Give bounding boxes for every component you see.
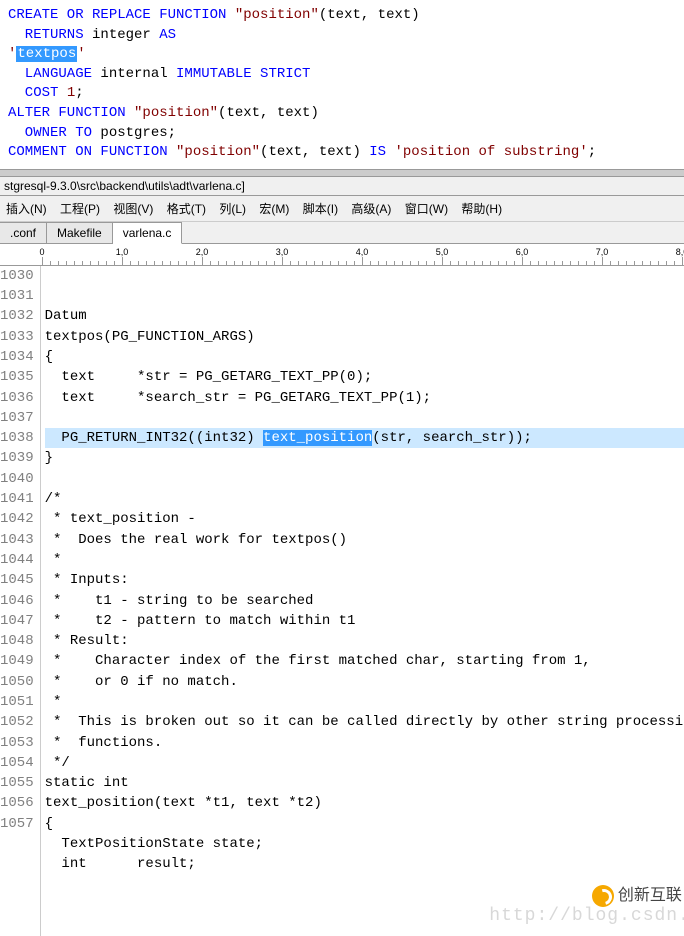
code-content[interactable]: Datumtextpos(PG_FUNCTION_ARGS){ text *st…: [41, 266, 684, 936]
line-number: 1035: [0, 367, 34, 387]
code-line: }: [45, 448, 684, 468]
line-number: 1055: [0, 773, 34, 793]
menu-help[interactable]: 帮助(H): [461, 202, 502, 216]
line-number: 1045: [0, 570, 34, 590]
line-number: 1054: [0, 753, 34, 773]
code-line: TextPositionState state;: [45, 834, 684, 854]
line-number: 1048: [0, 631, 34, 651]
menu-bar: 插入(N) 工程(P) 视图(V) 格式(T) 列(L) 宏(M) 脚本(I) …: [0, 196, 684, 222]
menu-view[interactable]: 视图(V): [113, 202, 153, 216]
line-number: 1037: [0, 408, 34, 428]
menu-insert[interactable]: 插入(N): [6, 202, 47, 216]
code-line: *: [45, 692, 684, 712]
line-number: 1049: [0, 651, 34, 671]
code-line: * Inputs:: [45, 570, 684, 590]
sql-line: OWNER TO postgres;: [8, 124, 676, 144]
code-line: PG_RETURN_INT32((int32) text_position(st…: [45, 428, 684, 448]
code-line: * Result:: [45, 631, 684, 651]
menu-project[interactable]: 工程(P): [60, 202, 100, 216]
ruler-label: 3,0: [276, 247, 289, 257]
ruler-label: 1,0: [116, 247, 129, 257]
sql-line: 'textpos': [8, 45, 676, 65]
code-line: [45, 408, 684, 428]
menu-format[interactable]: 格式(T): [167, 202, 206, 216]
code-line: text *search_str = PG_GETARG_TEXT_PP(1);: [45, 388, 684, 408]
line-number: 1057: [0, 814, 34, 834]
logo-icon: [592, 885, 614, 907]
code-line: text *str = PG_GETARG_TEXT_PP(0);: [45, 367, 684, 387]
sql-line: COST 1;: [8, 84, 676, 104]
line-number: 1051: [0, 692, 34, 712]
line-number: 1050: [0, 672, 34, 692]
code-line: * functions.: [45, 733, 684, 753]
ruler-label: 4,0: [356, 247, 369, 257]
code-line: /*: [45, 489, 684, 509]
line-number: 1034: [0, 347, 34, 367]
line-number: 1030: [0, 266, 34, 286]
line-number: 1046: [0, 591, 34, 611]
code-line: *: [45, 550, 684, 570]
line-number-gutter: 1030103110321033103410351036103710381039…: [0, 266, 41, 936]
code-line: int result;: [45, 854, 684, 874]
line-number: 1040: [0, 469, 34, 489]
line-number: 1042: [0, 509, 34, 529]
line-number: 1039: [0, 448, 34, 468]
menu-advanced[interactable]: 高级(A): [351, 202, 391, 216]
ruler-label: 8,0: [676, 247, 684, 257]
code-line: text_position(text *t1, text *t2): [45, 793, 684, 813]
tab-makefile[interactable]: Makefile: [47, 222, 113, 243]
code-line: */: [45, 753, 684, 773]
code-line: * text_position -: [45, 509, 684, 529]
ruler-label: 7,0: [596, 247, 609, 257]
code-line: Datum: [45, 306, 684, 326]
sql-line: RETURNS integer AS: [8, 26, 676, 46]
sql-line: ALTER FUNCTION "position"(text, text): [8, 104, 676, 124]
sql-line: COMMENT ON FUNCTION "position"(text, tex…: [8, 143, 676, 163]
menu-window[interactable]: 窗口(W): [405, 202, 448, 216]
tab-conf[interactable]: .conf: [0, 222, 47, 243]
menu-column[interactable]: 列(L): [219, 202, 246, 216]
line-number: 1041: [0, 489, 34, 509]
sql-line: LANGUAGE internal IMMUTABLE STRICT: [8, 65, 676, 85]
code-line: [45, 469, 684, 489]
code-line: * Does the real work for textpos(): [45, 530, 684, 550]
code-line: * Character index of the first matched c…: [45, 651, 684, 671]
sql-editor-pane[interactable]: CREATE OR REPLACE FUNCTION "position"(te…: [0, 0, 684, 170]
tab-varlena-c[interactable]: varlena.c: [113, 222, 183, 244]
code-line: static int: [45, 773, 684, 793]
ruler-label: 2,0: [196, 247, 209, 257]
menu-macro[interactable]: 宏(M): [259, 202, 289, 216]
code-line: * This is broken out so it can be called…: [45, 712, 684, 732]
line-number: 1043: [0, 530, 34, 550]
ruler-label: 6,0: [516, 247, 529, 257]
line-number: 1056: [0, 793, 34, 813]
selected-text: textpos: [16, 46, 77, 62]
logo-watermark: 创新互联: [592, 884, 682, 907]
code-line: {: [45, 347, 684, 367]
code-line: * t1 - string to be searched: [45, 591, 684, 611]
code-line: {: [45, 814, 684, 834]
code-editor[interactable]: 1030103110321033103410351036103710381039…: [0, 266, 684, 936]
window-title-bar: stgresql-9.3.0\src\backend\utils\adt\var…: [0, 176, 684, 196]
line-number: 1052: [0, 712, 34, 732]
code-line: * or 0 if no match.: [45, 672, 684, 692]
line-number: 1032: [0, 306, 34, 326]
line-number: 1053: [0, 733, 34, 753]
code-line: * t2 - pattern to match within t1: [45, 611, 684, 631]
line-number: 1033: [0, 327, 34, 347]
menu-script[interactable]: 脚本(I): [303, 202, 338, 216]
sql-line: CREATE OR REPLACE FUNCTION "position"(te…: [8, 6, 676, 26]
code-line: textpos(PG_FUNCTION_ARGS): [45, 327, 684, 347]
line-number: 1044: [0, 550, 34, 570]
line-number: 1036: [0, 388, 34, 408]
ruler-label: 0: [39, 247, 44, 257]
line-number: 1047: [0, 611, 34, 631]
line-number: 1031: [0, 286, 34, 306]
selected-text: text_position: [263, 430, 372, 446]
line-number: 1038: [0, 428, 34, 448]
column-ruler: 0 1,0 2,0 3,0 4,0 5,0 6,0 7,0 8,0: [0, 244, 684, 266]
ruler-label: 5,0: [436, 247, 449, 257]
url-watermark: http://blog.csdn.: [489, 903, 684, 929]
file-tabs: .conf Makefile varlena.c: [0, 222, 684, 244]
